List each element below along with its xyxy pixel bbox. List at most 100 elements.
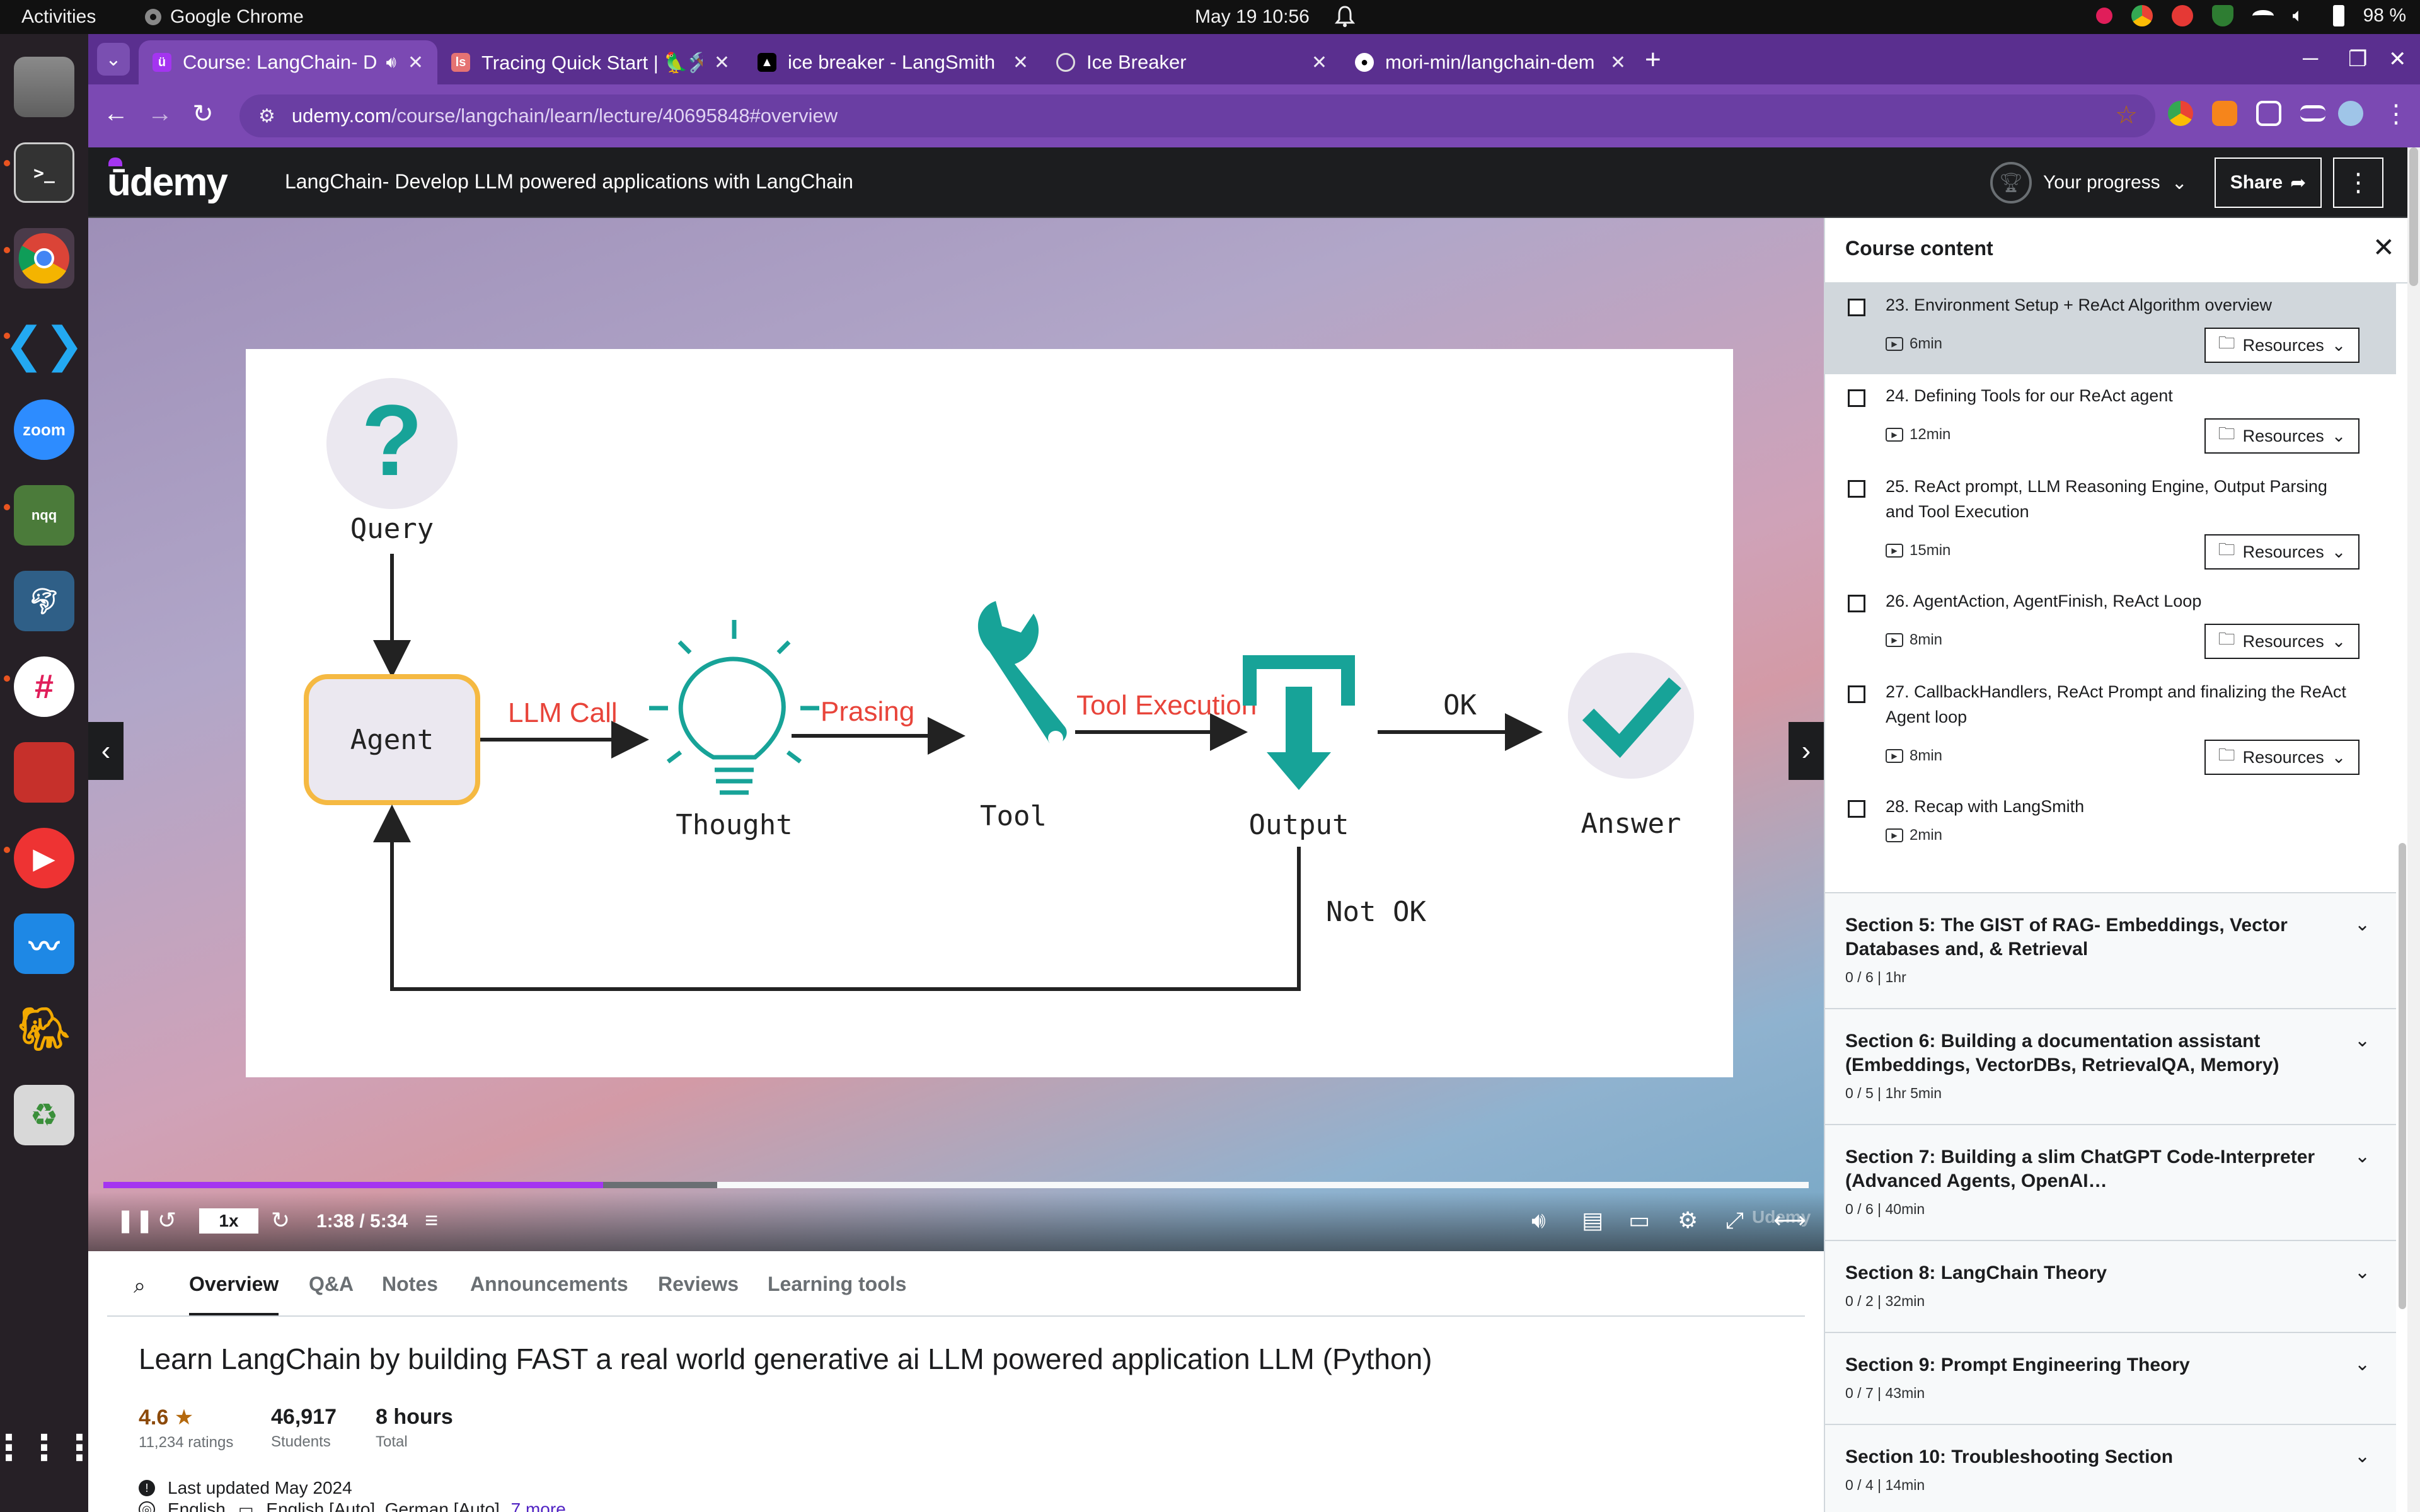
close-tab-icon[interactable]: ✕	[714, 52, 730, 74]
chrome-icon[interactable]	[14, 228, 74, 289]
search-icon[interactable]: ⌕	[134, 1274, 146, 1298]
video-progress-bar[interactable]	[103, 1182, 1809, 1188]
resources-button[interactable]: 🗀︎ Resources ⌄	[2204, 534, 2360, 570]
back-button[interactable]: ←	[100, 100, 132, 132]
section-item[interactable]: Section 10: Troubleshooting Section 0 / …	[1825, 1424, 2396, 1512]
lecture-checkbox[interactable]	[1848, 480, 1865, 498]
captions-icon[interactable]: ▭	[1628, 1207, 1650, 1234]
previous-lecture-button[interactable]: ‹	[88, 722, 124, 780]
lecture-checkbox[interactable]	[1848, 595, 1865, 612]
site-info-icon[interactable]: ⚙︎	[258, 105, 275, 127]
tab-qa[interactable]: Q&A	[309, 1273, 354, 1296]
resources-button[interactable]: 🗀︎ Resources ⌄	[2204, 624, 2360, 659]
tab-announcements[interactable]: Announcements	[470, 1273, 628, 1296]
section-item[interactable]: Section 9: Prompt Engineering Theory 0 /…	[1825, 1332, 2396, 1424]
trash-icon[interactable]: ♻	[14, 1085, 74, 1145]
app-menu[interactable]: Google Chrome	[144, 6, 304, 28]
resources-button[interactable]: 🗀︎ Resources ⌄	[2204, 328, 2360, 363]
minimize-button[interactable]: ─	[2303, 47, 2318, 71]
lecture-checkbox[interactable]	[1848, 389, 1865, 407]
add-note-icon[interactable]: ≡	[425, 1207, 438, 1234]
section-item[interactable]: Section 8: LangChain Theory 0 / 2 | 32mi…	[1825, 1240, 2396, 1332]
tab-notes[interactable]: Notes	[382, 1273, 438, 1296]
close-sidebar-icon[interactable]: ✕	[2373, 232, 2395, 263]
new-tab-button[interactable]: +	[1645, 44, 1661, 76]
files-icon[interactable]	[14, 57, 74, 117]
tab-ice-breaker-langsmith[interactable]: ▲ ice breaker - LangSmith ✕	[744, 40, 1042, 84]
section-item[interactable]: Section 5: The GIST of RAG- Embeddings, …	[1825, 892, 2396, 1008]
close-tab-icon[interactable]: ✕	[408, 52, 424, 74]
show-apps-icon[interactable]: ⋮⋮⋮	[0, 1418, 97, 1478]
system-tray[interactable]: 🔈︎ 98 %	[2095, 5, 2406, 26]
lecture-item[interactable]: 28. Recap with LangSmith ▶ 2min	[1825, 785, 2396, 854]
rewind-5-icon[interactable]: ↺	[158, 1207, 176, 1234]
section-item[interactable]: Section 6: Building a documentation assi…	[1825, 1008, 2396, 1124]
more-languages-link[interactable]: 7 more	[511, 1499, 566, 1512]
media-player-icon[interactable]: ▶	[14, 828, 74, 888]
address-bar[interactable]: ⚙︎ udemy.com/course/langchain/learn/lect…	[239, 94, 2155, 137]
tab-udemy-course[interactable]: ü Course: LangChain- D 🔊︎ ✕	[139, 40, 437, 84]
playback-rate-button[interactable]: 1x	[199, 1208, 258, 1234]
extensions-puzzle-icon[interactable]	[2256, 101, 2281, 126]
lecture-item[interactable]: 25. ReAct prompt, LLM Reasoning Engine, …	[1825, 465, 2396, 580]
lecture-item[interactable]: 26. AgentAction, AgentFinish, ReAct Loop…	[1825, 580, 2396, 670]
wifi-icon[interactable]	[2252, 10, 2274, 21]
reload-button[interactable]: ↻	[187, 100, 219, 132]
lecture-checkbox[interactable]	[1848, 800, 1865, 818]
shield-tray-icon[interactable]	[2211, 5, 2233, 26]
fullscreen-icon[interactable]: ⤢	[1726, 1207, 1744, 1234]
lecture-item[interactable]: 24. Defining Tools for our ReAct agent ▶…	[1825, 374, 2396, 465]
lecture-checkbox[interactable]	[1848, 685, 1865, 703]
battery-icon[interactable]	[2332, 5, 2344, 26]
slack-icon[interactable]: #	[14, 656, 74, 717]
expand-width-icon[interactable]: ⟷	[1773, 1207, 1806, 1234]
volume-icon[interactable]: 🔊︎	[1531, 1207, 1546, 1234]
tab-audio-icon[interactable]: 🔊︎	[386, 52, 396, 72]
page-scrollbar[interactable]	[2407, 147, 2420, 1512]
resources-button[interactable]: 🗀︎ Resources ⌄	[2204, 418, 2360, 454]
reading-list-icon[interactable]	[2300, 105, 2325, 122]
course-title-link[interactable]: LangChain- Develop LLM powered applicati…	[285, 170, 853, 193]
forward-button[interactable]: →	[144, 100, 176, 132]
share-button[interactable]: Share ➦	[2215, 158, 2322, 208]
slack-tray-icon[interactable]	[2095, 8, 2112, 24]
extension-metamask-icon[interactable]	[2212, 101, 2237, 126]
tab-reviews[interactable]: Reviews	[658, 1273, 739, 1296]
redis-icon[interactable]	[14, 742, 74, 803]
vscode-icon[interactable]: ❮❯	[4, 314, 84, 374]
tab-overview[interactable]: Overview	[189, 1273, 279, 1315]
close-window-button[interactable]: ✕	[2388, 47, 2407, 72]
transcript-icon[interactable]: ▤	[1582, 1207, 1603, 1234]
lecture-checkbox[interactable]	[1848, 299, 1865, 316]
chrome-tray-icon[interactable]	[2131, 5, 2153, 26]
lecture-item[interactable]: 23. Environment Setup + ReAct Algorithm …	[1825, 284, 2396, 374]
close-tab-icon[interactable]: ✕	[1610, 52, 1626, 74]
record-tray-icon[interactable]	[2171, 5, 2193, 26]
lecture-item[interactable]: 27. CallbackHandlers, ReAct Prompt and f…	[1825, 670, 2396, 785]
volume-icon[interactable]: 🔈︎	[2293, 5, 2314, 26]
resources-button[interactable]: 🗀︎ Resources ⌄	[2204, 740, 2360, 775]
mysql-workbench-icon[interactable]: 🐬︎	[14, 571, 74, 631]
section-item[interactable]: Section 7: Building a slim ChatGPT Code-…	[1825, 1124, 2396, 1240]
extension-chrome-icon[interactable]	[2168, 101, 2193, 126]
settings-gear-icon[interactable]: ⚙︎	[1678, 1207, 1698, 1234]
chrome-menu-button[interactable]: ⋮	[2380, 100, 2412, 132]
bookmark-star-icon[interactable]: ☆	[2115, 101, 2138, 130]
profile-avatar-icon[interactable]	[2338, 101, 2363, 126]
activities-button[interactable]: Activities	[21, 6, 96, 28]
pgadmin-icon[interactable]: 🐘︎	[14, 999, 74, 1060]
udemy-logo[interactable]: ūdemy	[107, 158, 228, 205]
close-tab-icon[interactable]: ✕	[1013, 52, 1028, 74]
your-progress-button[interactable]: 🏆︎ Your progress ⌄	[1990, 158, 2187, 208]
pause-icon[interactable]: ❚❚	[116, 1207, 154, 1234]
tab-github[interactable]: ● mori-min/langchain-dem ✕	[1341, 40, 1640, 84]
sidebar-scrollbar[interactable]	[2396, 284, 2407, 1512]
tab-tracing-quick-start[interactable]: ls Tracing Quick Start | 🦜🛠️ ✕	[437, 40, 744, 84]
clock[interactable]: May 19 10:56	[1195, 6, 1310, 28]
terminal-icon[interactable]: >_	[14, 142, 74, 203]
tab-search-button[interactable]: ⌄	[97, 43, 130, 76]
zoom-icon[interactable]: zoom	[14, 399, 74, 460]
tab-learning-tools[interactable]: Learning tools	[768, 1273, 906, 1296]
cloud-app-icon[interactable]: 〰	[14, 914, 74, 974]
notes-app-icon[interactable]: nqq	[14, 485, 74, 546]
